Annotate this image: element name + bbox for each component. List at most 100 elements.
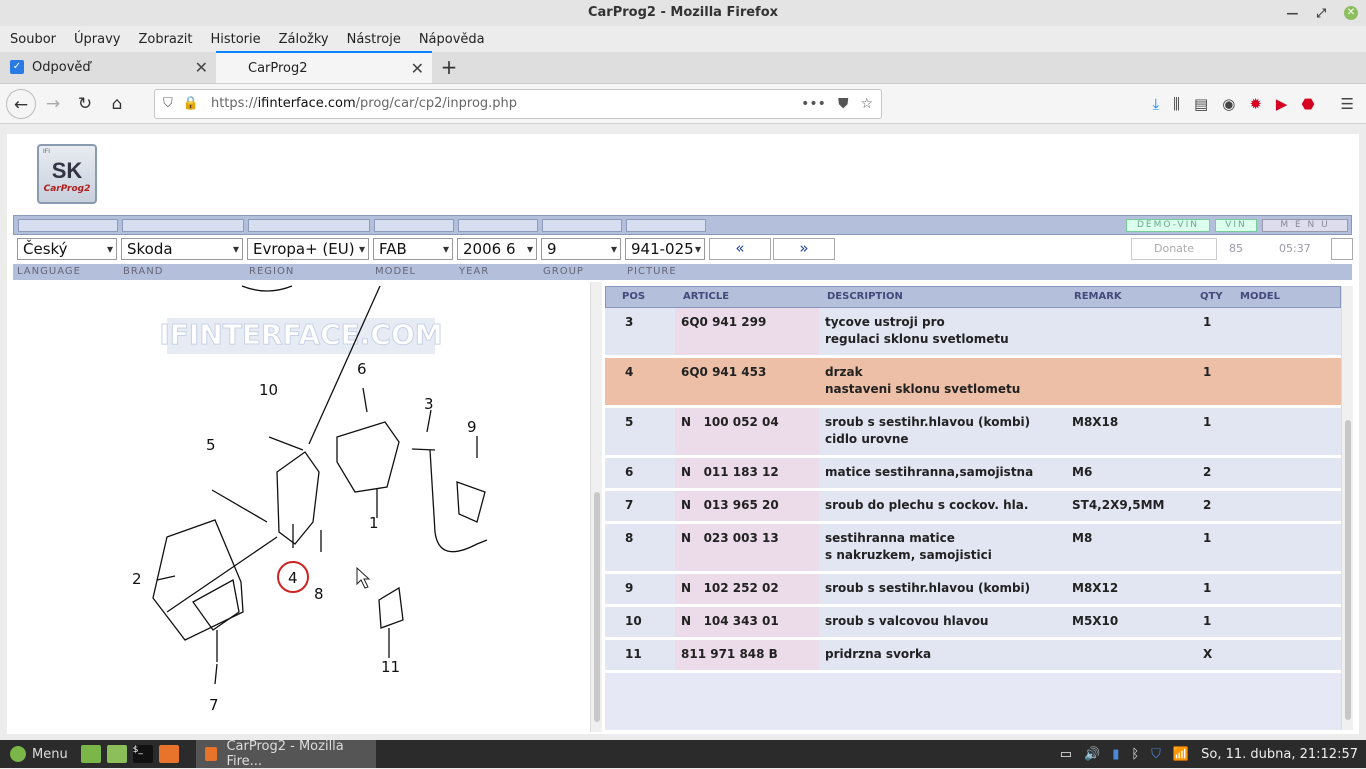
row-description: sroub do plechu s cockov. hla. bbox=[825, 498, 1029, 512]
extension-video-icon[interactable]: ▶ bbox=[1276, 95, 1288, 113]
url-prefix: https:// bbox=[210, 96, 258, 111]
menu-nastroje[interactable]: Nástroje bbox=[347, 32, 401, 47]
callout-10: 10 bbox=[259, 381, 278, 399]
home-icon[interactable]: ⌂ bbox=[102, 89, 132, 119]
brand-select[interactable]: Skoda bbox=[121, 238, 243, 260]
firefox-launcher-icon[interactable] bbox=[158, 745, 179, 763]
url-host: ifinterface.com bbox=[257, 96, 356, 111]
vin-button[interactable]: VIN bbox=[1215, 219, 1257, 232]
model-select[interactable]: FAB bbox=[373, 238, 453, 260]
download-icon[interactable]: ⤓ bbox=[1152, 95, 1159, 113]
bookmark-star-icon[interactable]: ☆ bbox=[860, 96, 873, 112]
group-select[interactable]: 9 bbox=[541, 238, 621, 260]
menu-upravy[interactable]: Úpravy bbox=[74, 32, 120, 47]
menu-historie[interactable]: Historie bbox=[210, 32, 260, 47]
url-text[interactable]: https://ifinterface.com/prog/car/cp2/inp… bbox=[199, 96, 789, 111]
table-row[interactable]: 4 6Q0 941 453 drzak 1 nastaveni sklonu svetl… bbox=[605, 358, 1341, 408]
tab-carprog2[interactable]: CarProg2 ✕ bbox=[216, 51, 432, 83]
language-select[interactable]: Český bbox=[17, 238, 117, 260]
menu-zobrazit[interactable]: Zobrazit bbox=[138, 32, 192, 47]
donate-button[interactable]: Donate bbox=[1131, 238, 1217, 260]
callout-6: 6 bbox=[357, 360, 367, 378]
table-row[interactable]: 5 N 100 052 04 sroub s sestihr.hlavou (kom… bbox=[605, 408, 1341, 458]
row-pos: 5 bbox=[625, 415, 634, 429]
tabbar: ✓ Odpověď ✕ CarProg2 ✕ + bbox=[0, 51, 1366, 84]
volume-icon[interactable]: 🔊 bbox=[1084, 747, 1100, 762]
header-qty: QTY bbox=[1200, 291, 1223, 302]
row-qty: 1 bbox=[1203, 315, 1212, 329]
row-description: pridrzna svorka bbox=[825, 647, 932, 661]
table-row[interactable]: 9 N 102 252 02 sroub s sestihr.hlavou (kom… bbox=[605, 574, 1341, 607]
hamburger-menu-icon[interactable]: ☰ bbox=[1341, 95, 1354, 113]
row-qty: X bbox=[1203, 647, 1213, 661]
new-tab-icon[interactable]: + bbox=[432, 51, 466, 83]
wifi-icon[interactable]: 📶 bbox=[1173, 747, 1189, 762]
row-remark: M8X18 bbox=[1072, 415, 1119, 429]
clock[interactable]: So, 11. dubna, 21:12:57 bbox=[1201, 747, 1358, 762]
bluetooth-icon[interactable]: ᛒ bbox=[1131, 747, 1139, 762]
more-actions-icon[interactable]: ••• bbox=[801, 96, 826, 112]
tab-close-icon[interactable]: ✕ bbox=[195, 58, 208, 77]
account-icon[interactable]: ◉ bbox=[1222, 95, 1235, 113]
security-shield-icon[interactable]: ⛉ bbox=[1151, 747, 1161, 762]
menu-zalozky[interactable]: Záložky bbox=[279, 32, 329, 47]
row-description: drzak bbox=[825, 365, 863, 379]
toolbar-slot bbox=[626, 219, 706, 232]
shield-icon[interactable]: ⛉ bbox=[163, 96, 173, 111]
library-icon[interactable]: ⫼ bbox=[1173, 95, 1180, 113]
row-qty: 1 bbox=[1203, 415, 1212, 429]
logo-ifi: IFI bbox=[43, 148, 50, 155]
callout-5: 5 bbox=[206, 436, 216, 454]
page-content: IFI SK CarProg2 DEMO-VIN VIN M E N U Čes… bbox=[7, 134, 1359, 734]
table-row[interactable]: 7 N 013 965 20 sroub do plechu s cockov. h… bbox=[605, 491, 1341, 524]
adblock-icon[interactable]: ⬣ bbox=[1301, 95, 1314, 113]
lock-icon[interactable]: 🔒 bbox=[183, 96, 199, 111]
terminal-icon[interactable]: $_ bbox=[132, 745, 153, 763]
prev-picture-button[interactable]: « bbox=[709, 238, 771, 260]
taskbar-window-firefox[interactable]: CarProg2 - Mozilla Fire... bbox=[195, 739, 376, 769]
start-menu-button[interactable]: Menu bbox=[0, 746, 78, 762]
tab-close-icon[interactable]: ✕ bbox=[411, 59, 424, 78]
back-icon[interactable]: ← bbox=[6, 88, 36, 119]
blank-box[interactable] bbox=[1331, 238, 1353, 260]
menu-button[interactable]: M E N U bbox=[1262, 219, 1348, 232]
demo-vin-button[interactable]: DEMO-VIN bbox=[1126, 219, 1210, 232]
pocket-icon[interactable]: ⛊ bbox=[838, 96, 849, 112]
extension-gear-icon[interactable]: ✹ bbox=[1249, 95, 1262, 113]
callout-7: 7 bbox=[209, 696, 219, 714]
scrollbar-thumb[interactable] bbox=[1345, 420, 1351, 720]
next-picture-button[interactable]: » bbox=[773, 238, 835, 260]
row-description-line2: regulaci sklonu svetlometu bbox=[825, 332, 1009, 346]
menu-napoveda[interactable]: Nápověda bbox=[419, 32, 485, 47]
table-scrollbar[interactable] bbox=[1341, 286, 1353, 730]
region-select[interactable]: Evropa+ (EU) bbox=[247, 238, 369, 260]
battery-icon[interactable]: ▮ bbox=[1112, 747, 1119, 762]
row-article: N 013 965 20 bbox=[681, 498, 779, 512]
display-icon[interactable]: ▭ bbox=[1060, 747, 1072, 762]
diagram-scrollbar[interactable] bbox=[590, 282, 602, 732]
sidebar-icon[interactable]: ▤ bbox=[1194, 95, 1208, 113]
window-titlebar: CarProg2 - Mozilla Firefox — ⤢ ✕ bbox=[0, 0, 1366, 26]
parts-diagram[interactable]: IFINTERFACE.COM 10 6 3 9 5 1 2 4 8 7 11 bbox=[7, 282, 590, 732]
table-row[interactable]: 10 N 104 343 01 sroub s valcovou hlavou M5X… bbox=[605, 607, 1341, 640]
picture-select[interactable]: 941-025 bbox=[625, 238, 705, 260]
row-qty: 2 bbox=[1203, 498, 1212, 512]
show-desktop-icon[interactable] bbox=[80, 745, 101, 763]
maximize-icon[interactable]: ⤢ bbox=[1316, 0, 1326, 26]
table-row[interactable]: 8 N 023 003 13 sestihranna matice M8 1 s nakr… bbox=[605, 524, 1341, 574]
table-row[interactable]: 3 6Q0 941 299 tycove ustroji pro 1 regulaci … bbox=[605, 308, 1341, 358]
year-select[interactable]: 2006 6 bbox=[457, 238, 537, 260]
file-manager-icon[interactable] bbox=[106, 745, 127, 763]
table-row[interactable]: 6 N 011 183 12 matice sestihranna,samojist… bbox=[605, 458, 1341, 491]
close-icon[interactable]: ✕ bbox=[1344, 6, 1358, 20]
minimize-icon[interactable]: — bbox=[1286, 0, 1298, 26]
url-bar[interactable]: ⛉ 🔒 https://ifinterface.com/prog/car/cp2… bbox=[154, 88, 882, 119]
table-row[interactable]: 11 811 971 848 B pridrzna svorka X bbox=[605, 640, 1341, 673]
forward-icon[interactable]: → bbox=[38, 89, 68, 119]
tab-odpoved[interactable]: ✓ Odpověď ✕ bbox=[0, 51, 216, 83]
row-remark: M8 bbox=[1072, 531, 1093, 545]
start-menu-label: Menu bbox=[32, 746, 68, 762]
menu-soubor[interactable]: Soubor bbox=[10, 32, 56, 47]
reload-icon[interactable]: ↻ bbox=[70, 89, 100, 119]
scrollbar-thumb[interactable] bbox=[594, 492, 600, 722]
